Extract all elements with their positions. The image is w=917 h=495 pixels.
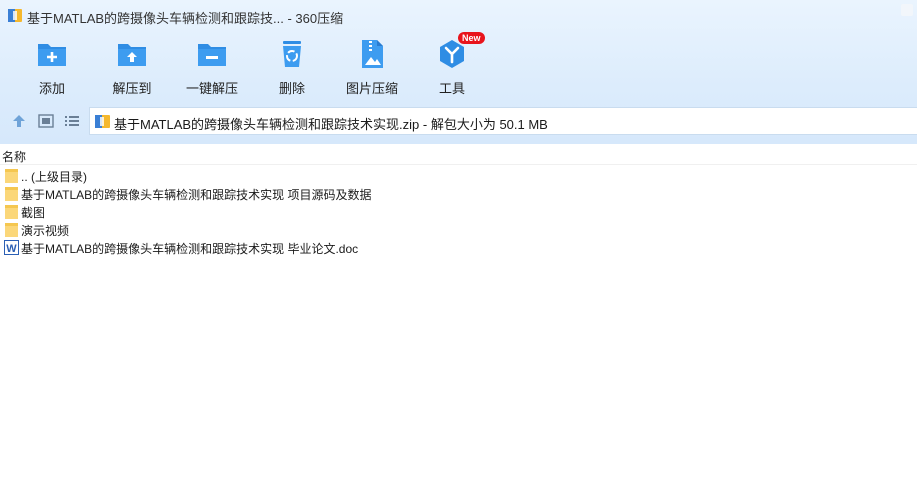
extract-to-label: 解压到 xyxy=(112,81,152,96)
list-item[interactable]: 基于MATLAB的跨摄像头车辆检测和跟踪技术实现 项目源码及数据 xyxy=(0,185,917,203)
list-view-icon[interactable] xyxy=(64,113,80,129)
list-item[interactable]: .. (上级目录) xyxy=(0,167,917,185)
list-item[interactable]: 演示视频 xyxy=(0,221,917,239)
one-click-extract-label: 一键解压 xyxy=(185,81,238,96)
add-button[interactable]: 添加 xyxy=(12,36,92,98)
file-name: 截图 xyxy=(21,206,46,220)
window-title: 基于MATLAB的跨摄像头车辆检测和跟踪技... - 360压缩 xyxy=(27,11,344,26)
recycle-bin-icon xyxy=(283,41,301,67)
archive-app-icon xyxy=(8,9,22,22)
extract-to-icon xyxy=(118,44,146,66)
list-item[interactable]: 截图 xyxy=(0,203,917,221)
file-name: 演示视频 xyxy=(21,224,70,238)
top-chrome: 基于MATLAB的跨摄像头车辆检测和跟踪技... - 360压缩 添加 解压到 xyxy=(0,0,917,144)
delete-button[interactable]: 删除 xyxy=(252,36,332,98)
thumbnail-view-icon[interactable] xyxy=(38,113,54,129)
one-click-extract-icon xyxy=(198,44,226,66)
svg-text:W: W xyxy=(6,243,17,255)
archive-path: 基于MATLAB的跨摄像头车辆检测和跟踪技术实现.zip - 解包大小为 50.… xyxy=(114,117,548,132)
tools-button[interactable]: 工具 xyxy=(412,36,492,98)
new-badge: New xyxy=(458,32,485,44)
list-item[interactable]: W 基于MATLAB的跨摄像头车辆检测和跟踪技术实现 毕业论文.doc xyxy=(0,239,917,257)
extract-to-button[interactable]: 解压到 xyxy=(92,36,172,98)
toolbar: 添加 解压到 一键解压 删除 图片压缩 工具 xyxy=(0,36,917,98)
column-name-label: 名称 xyxy=(2,150,27,164)
add-label: 添加 xyxy=(38,81,65,96)
delete-label: 删除 xyxy=(278,81,305,96)
file-name: 基于MATLAB的跨摄像头车辆检测和跟踪技术实现 毕业论文.doc xyxy=(21,242,359,256)
window-close-icon[interactable] xyxy=(901,4,913,16)
file-name: 基于MATLAB的跨摄像头车辆检测和跟踪技术实现 项目源码及数据 xyxy=(21,188,372,202)
file-name: .. (上级目录) xyxy=(21,170,87,184)
image-compress-icon xyxy=(362,40,383,68)
image-compress-button[interactable]: 图片压缩 xyxy=(332,36,412,98)
word-document-icon: W xyxy=(4,240,19,255)
title-bar: 基于MATLAB的跨摄像头车辆检测和跟踪技... - 360压缩 xyxy=(0,0,917,32)
address-bar[interactable]: 基于MATLAB的跨摄像头车辆检测和跟踪技术实现.zip - 解包大小为 50.… xyxy=(89,107,917,135)
zip-archive-icon xyxy=(95,115,110,128)
tools-label: 工具 xyxy=(438,81,465,96)
image-compress-label: 图片压缩 xyxy=(345,81,398,96)
column-header-name[interactable]: 名称 xyxy=(0,146,917,165)
one-click-extract-button[interactable]: 一键解压 xyxy=(172,36,252,98)
add-folder-icon xyxy=(38,44,66,66)
folder-icon xyxy=(5,223,18,237)
folder-icon xyxy=(5,169,18,183)
address-row: 基于MATLAB的跨摄像头车辆检测和跟踪技术实现.zip - 解包大小为 50.… xyxy=(0,106,917,136)
folder-icon xyxy=(5,205,18,219)
folder-icon xyxy=(5,187,18,201)
up-arrow-icon[interactable] xyxy=(11,113,27,129)
